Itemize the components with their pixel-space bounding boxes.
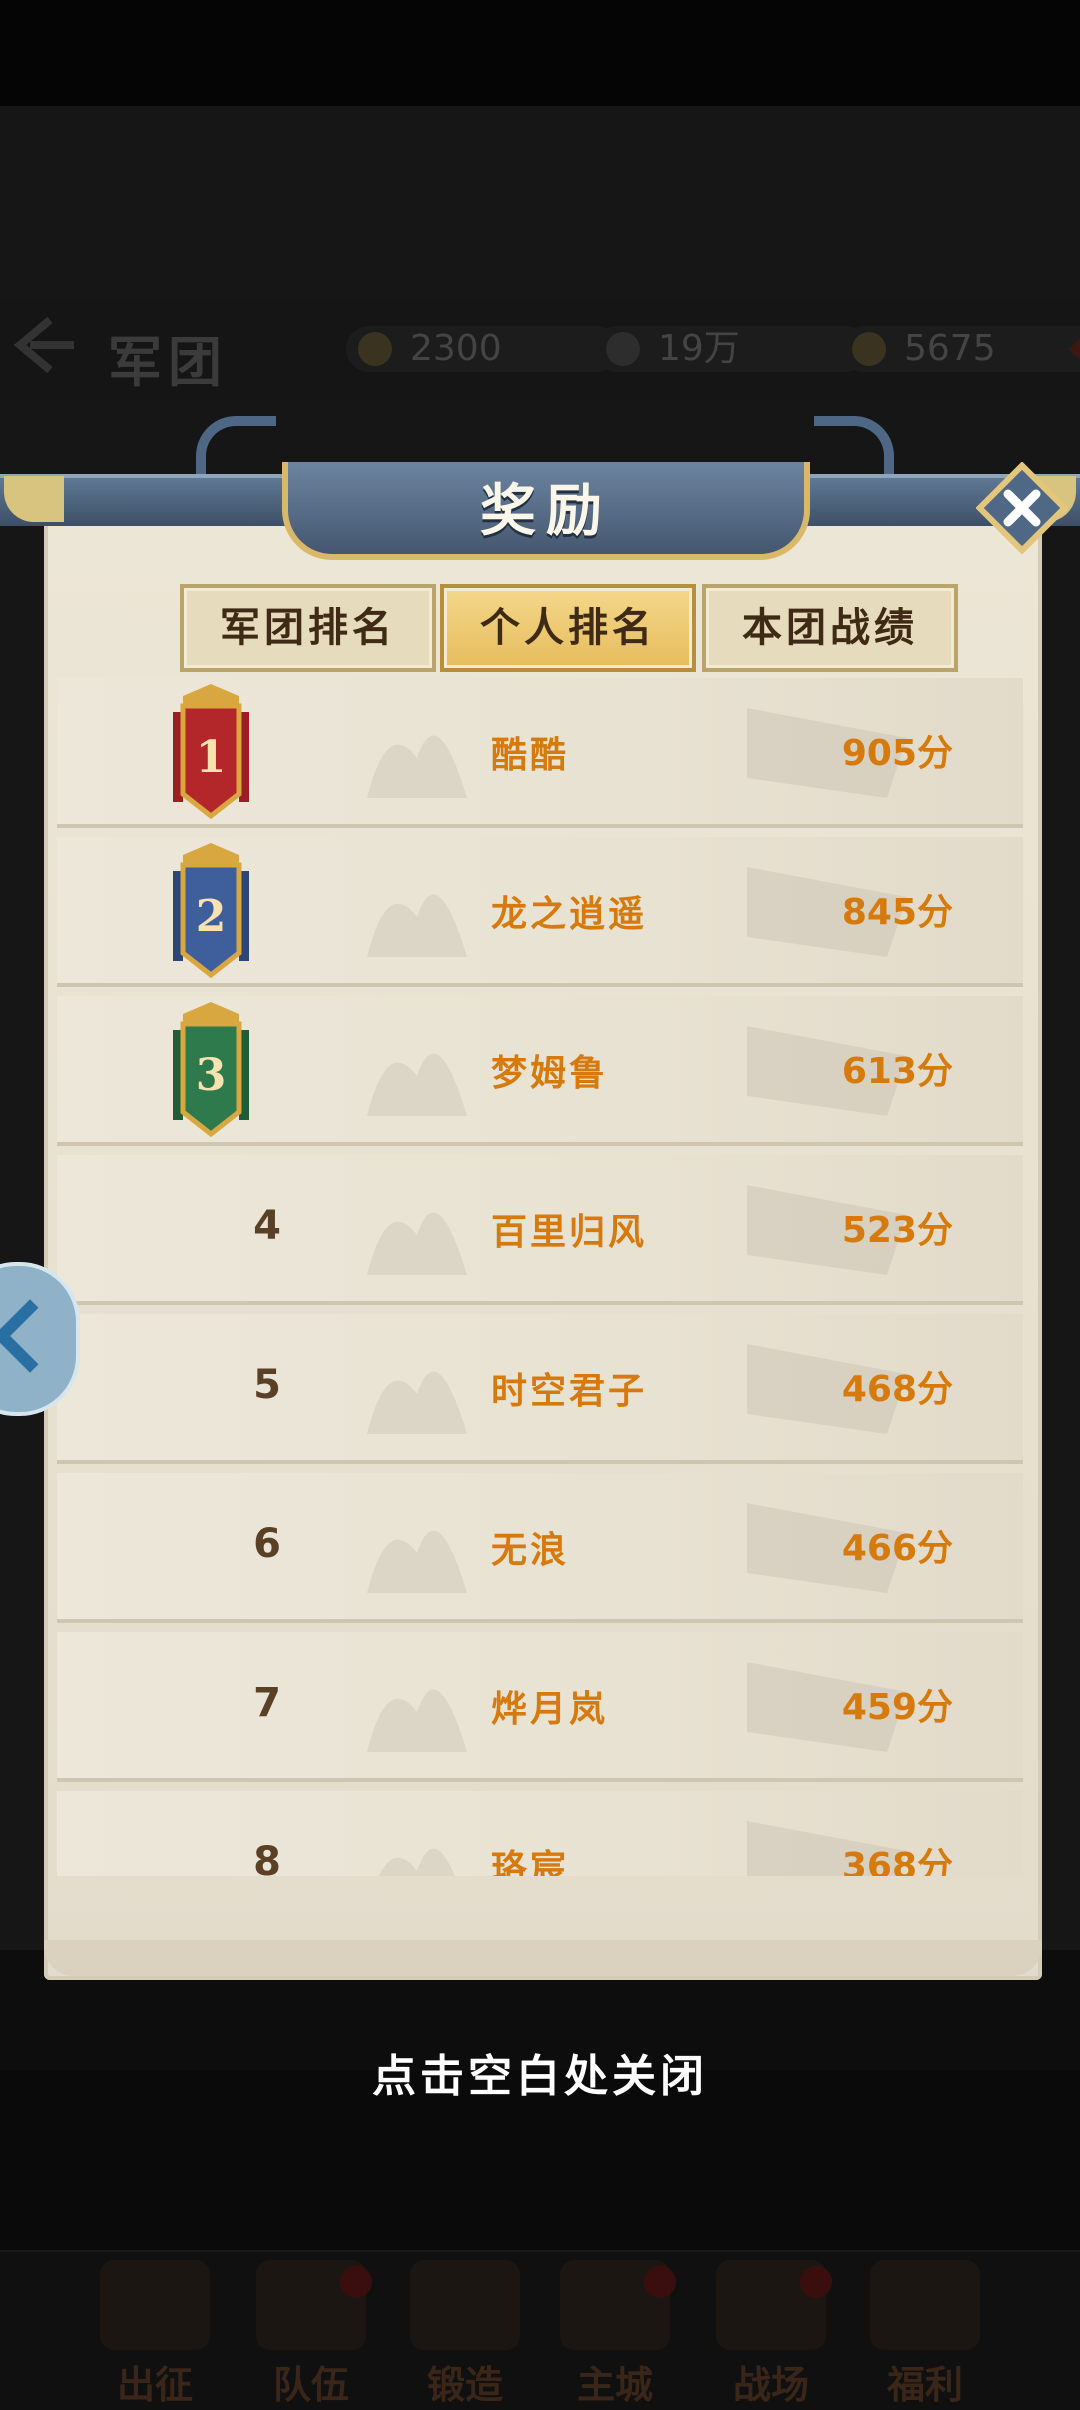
ranking-row: 1 酷酷 905分 bbox=[57, 678, 1023, 828]
flag-watermark-icon bbox=[367, 1662, 907, 1752]
scroll-bottom-curl bbox=[44, 1940, 1042, 1976]
ranking-row: 5 时空君子 468分 bbox=[57, 1314, 1023, 1464]
back-icon bbox=[13, 316, 74, 374]
player-name: 时空君子 bbox=[491, 1370, 648, 1412]
player-name: 无浪 bbox=[491, 1529, 570, 1571]
player-score: 468分 bbox=[841, 1369, 953, 1410]
coin-icon bbox=[358, 332, 392, 366]
nav-city[interactable]: 主城 bbox=[540, 2260, 690, 2408]
welfare-icon bbox=[870, 2260, 980, 2350]
ranking-row: 6 无浪 466分 bbox=[57, 1473, 1023, 1623]
player-score: 368分 bbox=[841, 1846, 953, 1876]
nav-forge[interactable]: 锻造 bbox=[390, 2260, 540, 2408]
nav-team[interactable]: 队伍 bbox=[236, 2260, 386, 2408]
add-gold-icon[interactable] bbox=[1068, 324, 1080, 374]
expedition-icon bbox=[100, 2260, 210, 2350]
player-name: 梦姆鲁 bbox=[491, 1052, 609, 1094]
player-name: 珞宸 bbox=[491, 1847, 570, 1876]
ranking-row: 3 梦姆鲁 613分 bbox=[57, 996, 1023, 1146]
background-title: 军团 bbox=[108, 330, 228, 394]
medal-number: 3 bbox=[196, 1050, 227, 1101]
ranking-row: 8 珞宸 368分 bbox=[57, 1791, 1023, 1876]
notification-dot bbox=[800, 2266, 832, 2298]
tab-personal-ranking[interactable]: 个人排名 bbox=[440, 584, 696, 672]
silver-icon bbox=[606, 332, 640, 366]
flag-watermark-icon bbox=[367, 1503, 907, 1593]
player-name: 烨月岚 bbox=[491, 1688, 609, 1730]
flag-watermark-icon bbox=[367, 708, 907, 798]
medal-number: 2 bbox=[196, 891, 227, 942]
player-score: 459分 bbox=[841, 1687, 953, 1728]
player-score: 845分 bbox=[841, 892, 953, 933]
rank-number: 7 bbox=[253, 1680, 281, 1726]
rank-number: 8 bbox=[253, 1839, 281, 1876]
player-score: 466分 bbox=[841, 1528, 953, 1569]
player-name: 酷酷 bbox=[491, 734, 570, 776]
player-score: 613分 bbox=[841, 1051, 953, 1092]
flag-watermark-icon bbox=[367, 1026, 907, 1116]
close-icon[interactable] bbox=[976, 462, 1068, 554]
modal-title: 奖励 bbox=[480, 478, 612, 544]
close-hint: 点击空白处关闭 bbox=[372, 2051, 708, 2102]
nav-welfare[interactable]: 福利 bbox=[850, 2260, 1000, 2408]
player-name: 龙之逍遥 bbox=[491, 893, 648, 935]
ranking-row: 7 烨月岚 459分 bbox=[57, 1632, 1023, 1782]
forge-icon bbox=[410, 2260, 520, 2350]
ranking-row: 2 龙之逍遥 845分 bbox=[57, 837, 1023, 987]
flag-watermark-icon bbox=[378, 1821, 907, 1876]
player-name: 百里归风 bbox=[491, 1211, 648, 1253]
silver-counter: 19万 bbox=[594, 326, 868, 372]
chevron-left-icon bbox=[0, 1299, 67, 1373]
tab-legion-record[interactable]: 本团战绩 bbox=[702, 584, 958, 672]
nav-battlefield[interactable]: 战场 bbox=[696, 2260, 846, 2408]
rank-1-medal-icon: 1 bbox=[173, 684, 249, 820]
nav-expedition[interactable]: 出征 bbox=[80, 2260, 230, 2408]
rank-number: 6 bbox=[253, 1521, 281, 1567]
player-score: 905分 bbox=[841, 733, 953, 774]
ranking-list[interactable]: 1 酷酷 905分 2 龙之逍遥 845分 3 梦姆鲁 613分 4 百里归风 … bbox=[57, 678, 1023, 1876]
notification-dot bbox=[644, 2266, 676, 2298]
player-score: 523分 bbox=[841, 1210, 953, 1251]
notification-dot bbox=[340, 2266, 372, 2298]
medal-number: 1 bbox=[196, 732, 227, 783]
rank-2-medal-icon: 2 bbox=[173, 843, 249, 979]
gold-ingot-icon bbox=[852, 332, 886, 366]
rank-3-medal-icon: 3 bbox=[173, 1002, 249, 1138]
rank-number: 5 bbox=[253, 1362, 281, 1408]
tab-legion-ranking[interactable]: 军团排名 bbox=[180, 584, 436, 672]
coin-counter: 2300 bbox=[346, 326, 620, 372]
rank-number: 4 bbox=[253, 1203, 281, 1249]
ranking-row: 4 百里归风 523分 bbox=[57, 1155, 1023, 1305]
gold-counter: 5675 bbox=[840, 324, 1080, 374]
status-bar bbox=[0, 0, 1080, 106]
